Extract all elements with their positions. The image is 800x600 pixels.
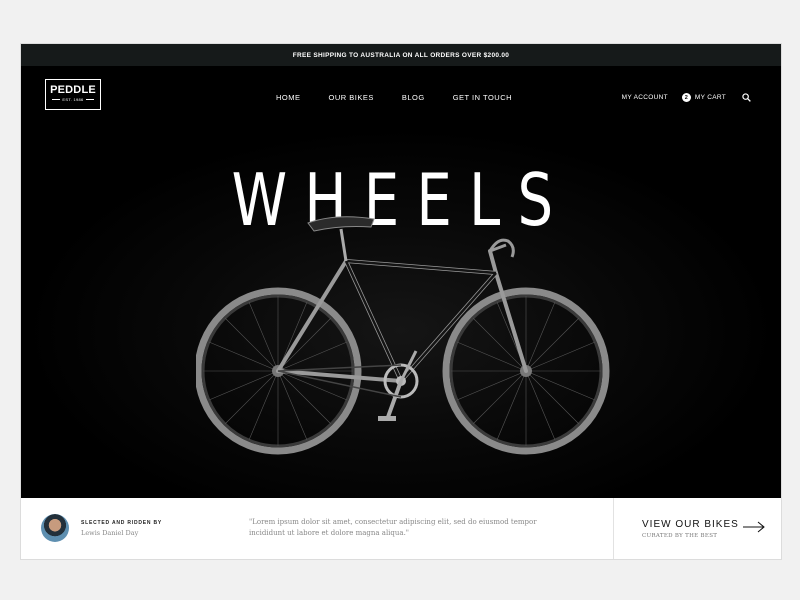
search-icon[interactable] (742, 93, 751, 102)
my-account-link[interactable]: MY ACCOUNT (622, 94, 668, 101)
quote-text: "Lorem ipsum dolor sit amet, consectetur… (249, 518, 537, 537)
site-frame: FREE SHIPPING TO AUSTRALIA ON ALL ORDERS… (21, 44, 781, 559)
arrow-right-icon[interactable] (743, 521, 765, 533)
nav-item-blog[interactable]: BLOG (402, 93, 425, 102)
my-cart-link[interactable]: 2 MY CART (681, 93, 726, 102)
nav-item-get-in-touch[interactable]: GET IN TOUCH (453, 93, 512, 102)
promo-bar: FREE SHIPPING TO AUSTRALIA ON ALL ORDERS… (21, 44, 781, 66)
view-our-bikes-link[interactable]: VIEW OUR BIKES (642, 519, 739, 530)
nav-item-our-bikes[interactable]: OUR BIKES (329, 93, 374, 102)
bicycle-image (196, 216, 610, 455)
nav-item-home[interactable]: HOME (276, 93, 301, 102)
divider (613, 498, 614, 559)
hero-banner: WHEELS (21, 126, 781, 498)
selected-by-label: SLECTED AND RIDDEN BY (81, 520, 163, 526)
avatar (41, 514, 69, 542)
logo[interactable]: PEDDLE EST. 1986 (45, 79, 101, 110)
account-links: MY ACCOUNT 2 MY CART (622, 93, 751, 102)
cta-subtitle: CURATED BY THE BEST (642, 533, 718, 539)
my-cart-label: MY CART (694, 94, 726, 101)
cart-count-badge: 2 (681, 93, 691, 102)
logo-tagline: EST. 1986 (46, 97, 100, 103)
rider-name: Lewis Daniel Day (81, 529, 139, 537)
main-nav: HOME OUR BIKES BLOG GET IN TOUCH (276, 93, 540, 102)
hero-footer: SLECTED AND RIDDEN BY Lewis Daniel Day "… (21, 498, 781, 559)
logo-name: PEDDLE (50, 84, 96, 96)
site-header: PEDDLE EST. 1986 HOME OUR BIKES BLOG GET… (21, 66, 781, 127)
